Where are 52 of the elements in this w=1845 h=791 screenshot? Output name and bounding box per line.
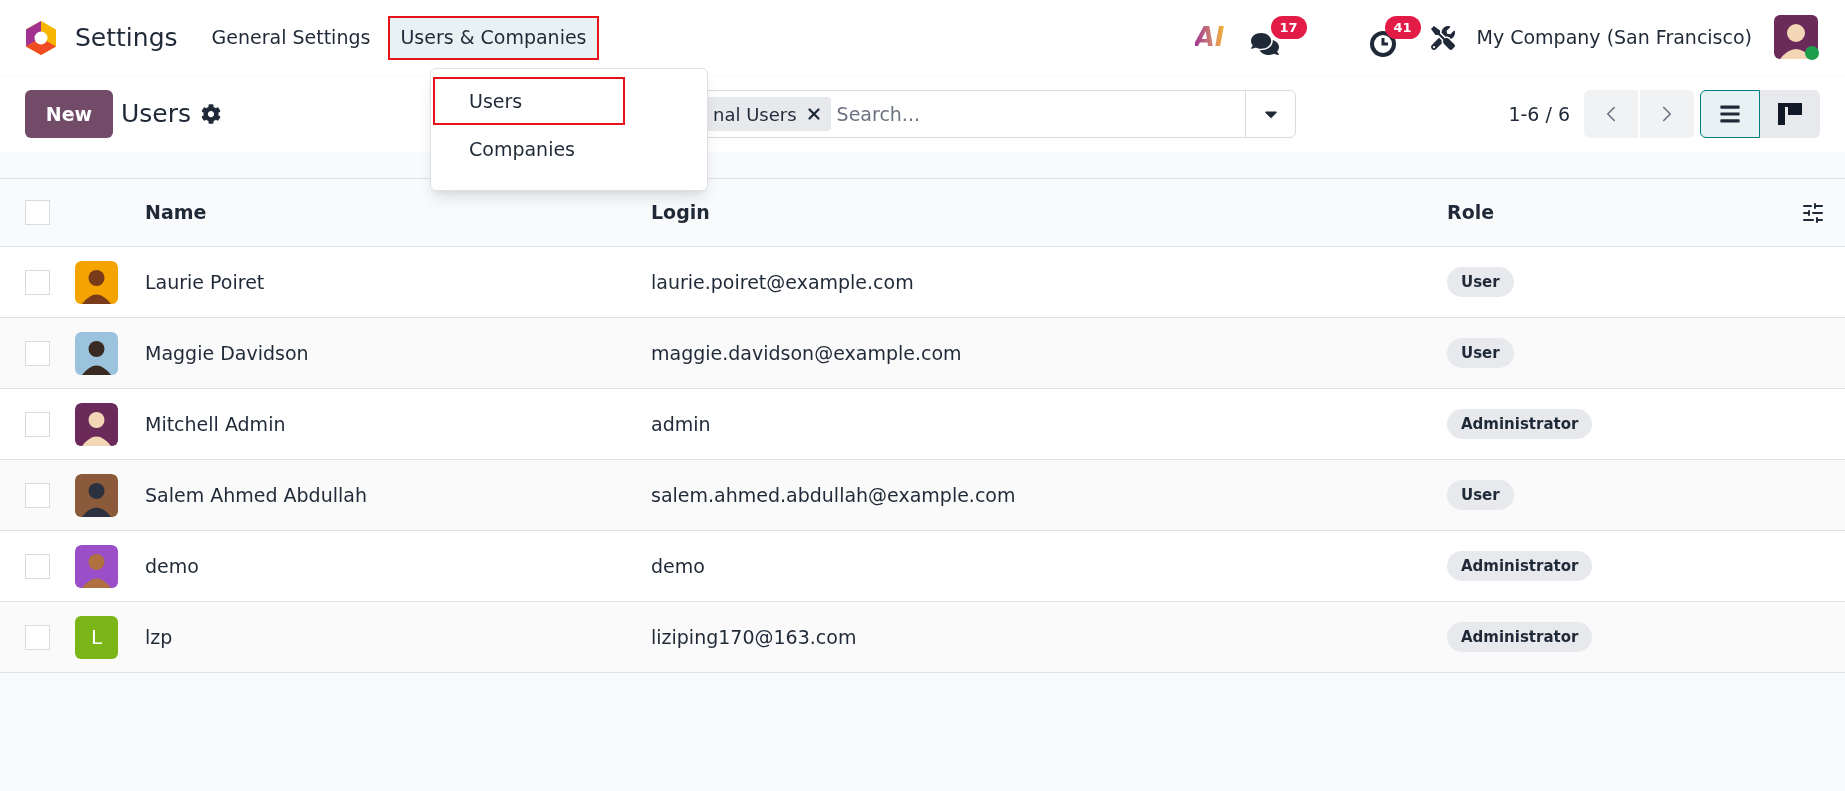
search-input[interactable]: Search... [836, 99, 1245, 129]
list-view-button[interactable] [1700, 90, 1760, 138]
logo-icon[interactable] [25, 19, 57, 56]
user-name: lzp [145, 625, 173, 648]
row-checkbox[interactable] [25, 624, 50, 650]
dropdown-item[interactable]: Companies [433, 125, 625, 173]
user-name: Maggie Davidson [145, 341, 309, 364]
row-checkbox[interactable] [25, 411, 50, 437]
column-header[interactable]: Login [651, 201, 710, 224]
company-switcher[interactable]: My Company (San Francisco) [1476, 23, 1752, 52]
filter-facet[interactable]: nal Users [705, 97, 831, 131]
new-button[interactable]: New [25, 90, 113, 138]
user-name: demo [145, 554, 199, 577]
role-tag: Administrator [1447, 408, 1593, 440]
row-checkbox[interactable] [25, 482, 50, 508]
row-checkbox[interactable] [25, 269, 50, 295]
pager-value: 1-6 / 6 [1508, 101, 1570, 127]
role-tag: User [1447, 337, 1514, 369]
kanban-view-button[interactable] [1760, 90, 1820, 138]
settings-icon[interactable] [201, 104, 221, 124]
role-tag: Administrator [1447, 621, 1593, 653]
user-name: Mitchell Admin [145, 412, 286, 435]
user-login: maggie.davidson@example.com [651, 341, 962, 364]
column-header[interactable]: Role [1447, 201, 1495, 224]
user-login: demo [651, 554, 705, 577]
page-title: Users [121, 98, 191, 131]
menu-item[interactable]: Users & Companies [388, 15, 599, 60]
user-name: Laurie Poiret [145, 270, 265, 293]
user-name: Salem Ahmed Abdullah [145, 483, 367, 506]
user-login: salem.ahmed.abdullah@example.com [651, 483, 1016, 506]
messages-badge: 17 [1270, 15, 1307, 39]
user-login: liziping170@163.com [651, 625, 857, 648]
tools-icon[interactable] [1430, 25, 1455, 50]
role-tag: User [1447, 479, 1514, 511]
menu-item[interactable]: General Settings [199, 15, 383, 60]
avatar-initial: L [75, 615, 118, 659]
user-login: laurie.poiret@example.com [651, 270, 914, 293]
column-settings-icon[interactable] [1801, 200, 1825, 225]
column-header[interactable]: Name [145, 201, 207, 224]
role-tag: User [1447, 266, 1514, 298]
facet-label: nal Users [713, 102, 797, 127]
row-checkbox[interactable] [25, 553, 50, 579]
role-tag: Administrator [1447, 550, 1593, 582]
kanban-icon [1778, 103, 1802, 125]
user-login: admin [651, 412, 711, 435]
dropdown-item[interactable]: Users [433, 77, 625, 125]
app-title: Settings [75, 21, 178, 54]
user-avatar[interactable] [1774, 14, 1820, 61]
list-icon [1719, 103, 1741, 125]
activities-badge: 41 [1384, 15, 1421, 39]
row-checkbox[interactable] [25, 340, 50, 366]
select-all-checkbox[interactable] [25, 200, 50, 225]
